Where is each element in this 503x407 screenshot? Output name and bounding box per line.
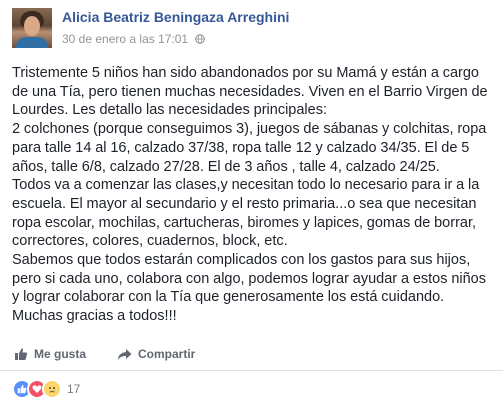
reactions-count[interactable]: 17 [67, 382, 80, 396]
thumbs-up-icon [15, 348, 28, 360]
share-button[interactable]: Compartir [117, 347, 195, 361]
post-header: Alicia Beatriz Beningaza Arreghini 30 de… [12, 8, 492, 52]
globe-icon[interactable] [195, 34, 206, 44]
author-name[interactable]: Alicia Beatriz Beningaza Arreghini [62, 9, 289, 25]
post-card: Alicia Beatriz Beningaza Arreghini 30 de… [0, 0, 503, 407]
reactions-summary[interactable]: 17 [12, 379, 80, 399]
like-label: Me gusta [34, 347, 87, 361]
sad-reaction-icon [42, 379, 62, 399]
share-arrow-icon [117, 348, 132, 360]
like-button[interactable]: Me gusta [14, 347, 86, 361]
post-actions: Me gusta Compartir [12, 344, 492, 366]
author-avatar[interactable] [12, 8, 52, 48]
post-body: Tristemente 5 niños han sido abandonados… [12, 65, 488, 325]
actions-divider [0, 370, 503, 371]
post-timestamp[interactable]: 30 de enero a las 17:01 [62, 32, 188, 46]
post-meta: 30 de enero a las 17:01 [62, 32, 206, 46]
share-label: Compartir [138, 347, 196, 361]
